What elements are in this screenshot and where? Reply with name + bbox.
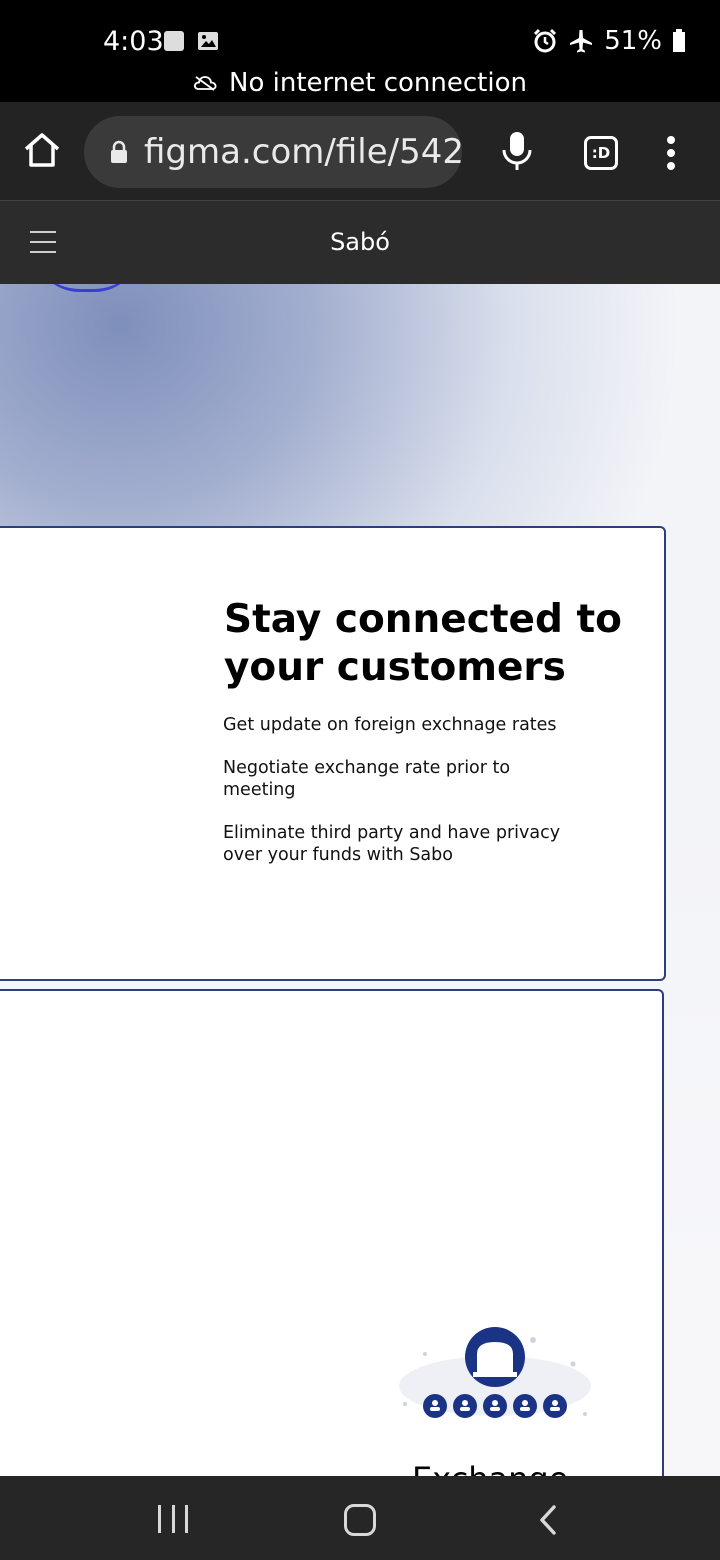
feature-item: Negotiate exchange rate prior to meeting [223, 758, 511, 800]
gallery-icon [198, 32, 218, 50]
decorative-shape [32, 284, 142, 292]
feature-item: Get update on foreign exchnage rates [223, 715, 557, 735]
system-navigation-bar [0, 1476, 720, 1560]
home-icon[interactable] [22, 130, 62, 170]
tab-switcher-button[interactable]: :D [584, 136, 618, 170]
prototype-canvas: Stay connected to your customers Get upd… [0, 284, 720, 1476]
address-bar[interactable]: figma.com/file/542 [84, 116, 462, 188]
exchange-heading: Exchange [412, 1460, 568, 1476]
app-header: Sabó [0, 200, 720, 284]
home-button-icon[interactable] [344, 1504, 376, 1536]
exchange-group-illustration [399, 1327, 591, 1418]
feature-item: Eliminate third party and have privacy o… [223, 823, 561, 865]
lock-icon [111, 140, 127, 163]
url-text[interactable]: figma.com/file/542 [144, 132, 462, 172]
offline-message: No internet connection [229, 68, 527, 98]
microphone-icon[interactable] [500, 130, 534, 174]
battery-icon [673, 29, 685, 52]
airplane-mode-icon [570, 30, 593, 53]
battery-percent: 51% [604, 26, 662, 56]
cloud-off-icon [193, 76, 217, 91]
offline-banner: No internet connection [0, 68, 720, 98]
page-title: Sabó [330, 228, 390, 256]
notification-icons [163, 30, 219, 52]
notification-app-icon [164, 31, 184, 51]
status-time: 4:03 [103, 26, 164, 57]
recent-apps-icon[interactable] [158, 1505, 188, 1533]
card-title: Stay connected to your customers [224, 597, 622, 690]
back-icon[interactable] [538, 1504, 558, 1536]
browser-toolbar: figma.com/file/542 :D [0, 102, 720, 200]
feature-card-connect: Stay connected to your customers Get upd… [0, 526, 666, 981]
status-bar: 4:03 51% No internet connection [0, 0, 720, 102]
more-options-icon[interactable] [662, 136, 680, 170]
alarm-icon [534, 28, 557, 53]
system-icons: 51% [532, 26, 686, 56]
